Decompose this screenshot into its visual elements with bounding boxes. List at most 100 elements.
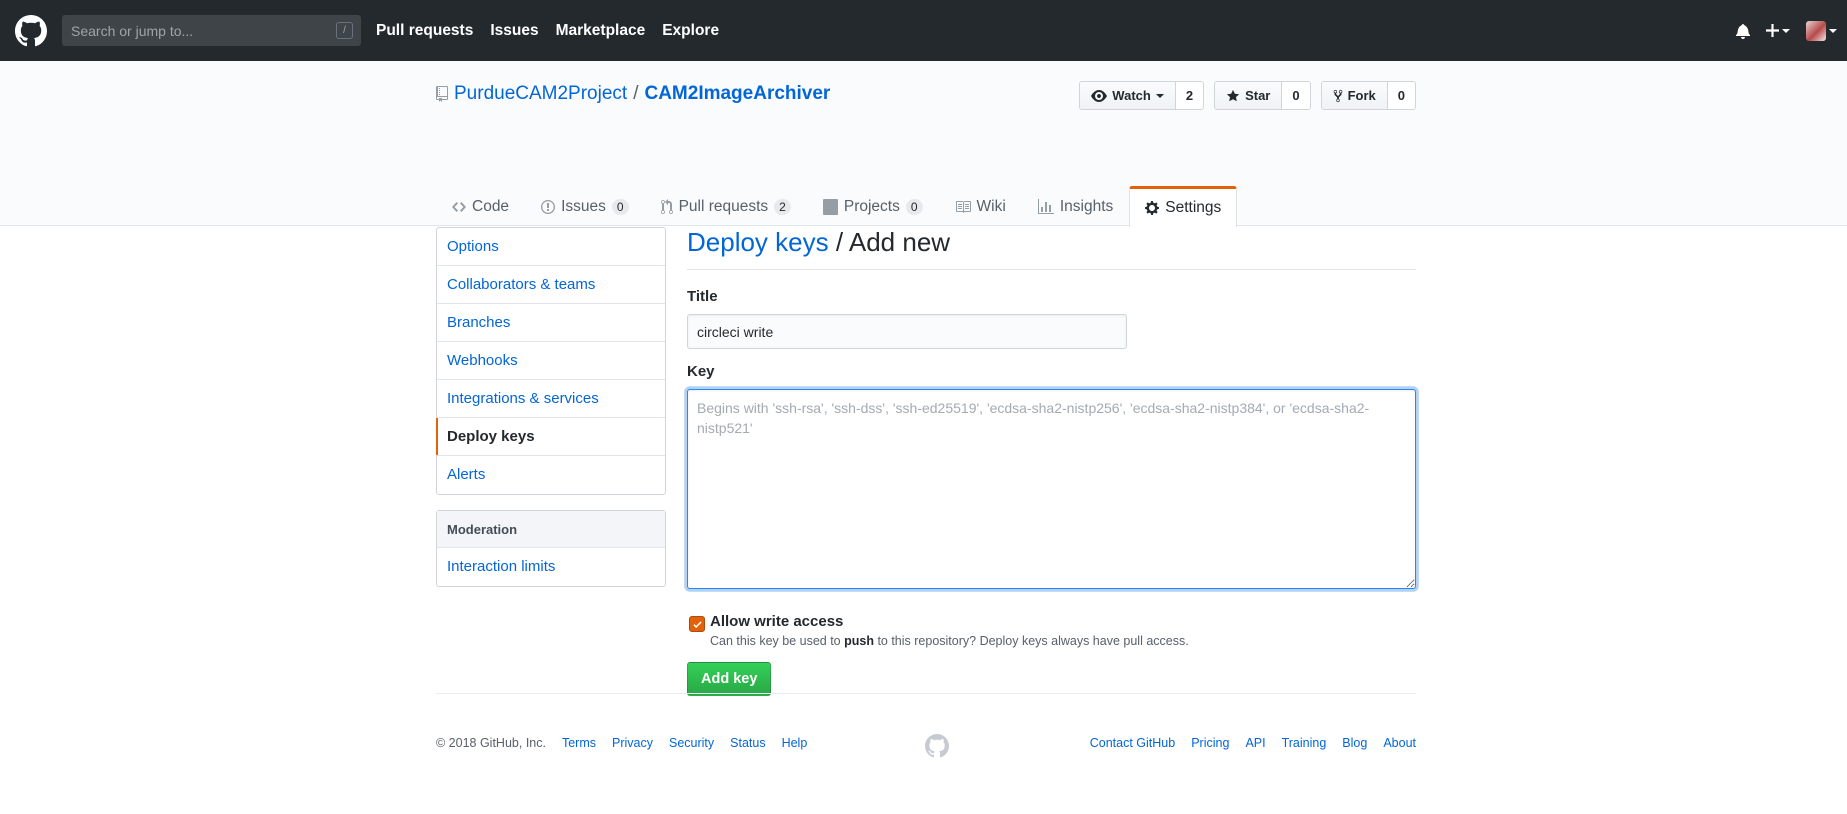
footer-right-links: Contact GitHub Pricing API Training Blog…	[1090, 736, 1416, 750]
search-input[interactable]: Search or jump to... /	[62, 15, 361, 46]
graph-icon	[1037, 199, 1054, 214]
gear-icon	[1145, 201, 1160, 215]
issue-icon	[541, 200, 556, 214]
project-icon	[822, 199, 838, 215]
star-icon	[1226, 89, 1240, 101]
tab-label: Issues	[561, 198, 606, 215]
fork-button-group: Fork 0	[1320, 81, 1416, 110]
star-button-group: Star 0	[1214, 81, 1311, 110]
tab-label: Settings	[1165, 199, 1222, 216]
repo-icon	[436, 86, 448, 102]
nav-explore[interactable]: Explore	[662, 22, 719, 40]
footer-link-pricing[interactable]: Pricing	[1191, 736, 1229, 750]
watch-button-group: Watch 2	[1079, 81, 1205, 110]
settings-menu: Options Collaborators & teams Branches W…	[436, 227, 666, 495]
create-new-plus-icon[interactable]	[1766, 24, 1790, 37]
sidebar-item-collaborators[interactable]: Collaborators & teams	[437, 266, 665, 304]
add-key-button[interactable]: Add key	[687, 662, 772, 696]
user-menu[interactable]	[1806, 20, 1837, 41]
footer-link-contact[interactable]: Contact GitHub	[1090, 736, 1175, 750]
footer-left-links: © 2018 GitHub, Inc. Terms Privacy Securi…	[436, 736, 807, 750]
star-label: Star	[1245, 88, 1271, 103]
repo-name-link[interactable]: CAM2ImageArchiver	[644, 83, 830, 105]
repo-owner-link[interactable]: PurdueCAM2Project	[454, 83, 627, 105]
fork-count[interactable]: 0	[1387, 82, 1415, 109]
code-icon	[452, 202, 466, 212]
star-button[interactable]: Star	[1215, 82, 1283, 109]
deploy-key-form: Deploy keys / Add new Title Key Allow wr…	[687, 227, 1416, 696]
footer-link-help[interactable]: Help	[782, 736, 808, 750]
footer-link-status[interactable]: Status	[730, 736, 765, 750]
sidebar-item-integrations[interactable]: Integrations & services	[437, 380, 665, 418]
fork-button[interactable]: Fork	[1321, 82, 1388, 109]
global-header: Search or jump to... / Pull requests Iss…	[0, 0, 1847, 61]
tab-wiki[interactable]: Wiki	[939, 185, 1022, 226]
tab-settings[interactable]: Settings	[1129, 186, 1238, 227]
sidebar-item-options[interactable]: Options	[437, 228, 665, 266]
tab-insights[interactable]: Insights	[1022, 185, 1129, 226]
sidebar-item-interaction-limits[interactable]: Interaction limits	[437, 548, 665, 586]
sidebar-item-deploy-keys[interactable]: Deploy keys	[436, 418, 665, 456]
eye-icon	[1091, 89, 1108, 102]
issues-counter: 0	[611, 199, 629, 215]
note-text-bold: push	[844, 634, 874, 648]
watch-label: Watch	[1112, 88, 1151, 103]
nav-marketplace[interactable]: Marketplace	[556, 22, 646, 40]
moderation-heading: Moderation	[437, 511, 665, 548]
footer-link-blog[interactable]: Blog	[1342, 736, 1367, 750]
page-title: Deploy keys / Add new	[687, 227, 1416, 270]
title-input[interactable]	[687, 314, 1127, 349]
projects-counter: 0	[905, 199, 923, 215]
note-text-post: to this repository? Deploy keys always h…	[873, 634, 1189, 648]
watch-count[interactable]: 2	[1175, 82, 1204, 109]
pull-requests-counter: 2	[774, 199, 791, 215]
site-footer: © 2018 GitHub, Inc. Terms Privacy Securi…	[436, 693, 1416, 773]
repo-actions: Watch 2 Star 0 Fork 0	[1079, 81, 1416, 110]
star-count[interactable]: 0	[1282, 82, 1310, 109]
search-shortcut-badge: /	[336, 22, 353, 39]
notifications-bell-icon[interactable]	[1736, 23, 1750, 39]
header-actions	[1736, 0, 1837, 61]
footer-link-privacy[interactable]: Privacy	[612, 736, 653, 750]
write-access-checkbox[interactable]	[689, 616, 705, 632]
footer-link-security[interactable]: Security	[669, 736, 714, 750]
footer-link-terms[interactable]: Terms	[562, 736, 596, 750]
footer-link-about[interactable]: About	[1383, 736, 1416, 750]
sidebar-item-alerts[interactable]: Alerts	[437, 456, 665, 494]
avatar	[1806, 20, 1826, 41]
book-icon	[955, 201, 971, 213]
nav-issues[interactable]: Issues	[490, 22, 538, 40]
global-nav: Pull requests Issues Marketplace Explore	[376, 22, 736, 40]
tab-label: Insights	[1059, 198, 1114, 215]
write-access-label: Allow write access	[710, 613, 844, 630]
tab-projects[interactable]: Projects 0	[807, 185, 939, 226]
tab-code[interactable]: Code	[436, 185, 525, 226]
write-access-note: Can this key be used to push to this rep…	[710, 634, 1189, 648]
deploy-keys-breadcrumb-link[interactable]: Deploy keys	[687, 227, 829, 257]
sidebar-item-webhooks[interactable]: Webhooks	[437, 342, 665, 380]
page-title-rest: / Add new	[835, 227, 951, 257]
tab-label: Pull requests	[678, 198, 769, 215]
github-logo-icon[interactable]	[14, 14, 48, 48]
watch-button[interactable]: Watch	[1080, 82, 1176, 109]
chevron-down-icon	[1829, 28, 1837, 33]
footer-copyright: © 2018 GitHub, Inc.	[436, 736, 546, 750]
tab-label: Projects	[843, 198, 900, 215]
nav-pull-requests[interactable]: Pull requests	[376, 22, 473, 40]
tab-pull-requests[interactable]: Pull requests 2	[645, 185, 807, 226]
tab-issues[interactable]: Issues 0	[525, 185, 645, 226]
write-access-option: Allow write access Can this key be used …	[687, 613, 1416, 648]
fork-icon	[1333, 89, 1342, 102]
footer-link-api[interactable]: API	[1245, 736, 1265, 750]
repo-header: PurdueCAM2Project / CAM2ImageArchiver Wa…	[0, 61, 1847, 227]
moderation-menu: Moderation Interaction limits	[436, 510, 666, 587]
sidebar-item-branches[interactable]: Branches	[437, 304, 665, 342]
repo-nav: Code Issues 0 Pull requests 2 Projects 0…	[436, 185, 1238, 227]
chevron-down-icon	[1155, 93, 1164, 98]
repo-path-separator: /	[633, 83, 639, 104]
search-placeholder: Search or jump to...	[71, 22, 194, 39]
footer-link-training[interactable]: Training	[1282, 736, 1327, 750]
github-mark-icon[interactable]	[925, 734, 949, 761]
key-textarea[interactable]	[687, 389, 1416, 589]
check-icon	[692, 620, 702, 628]
